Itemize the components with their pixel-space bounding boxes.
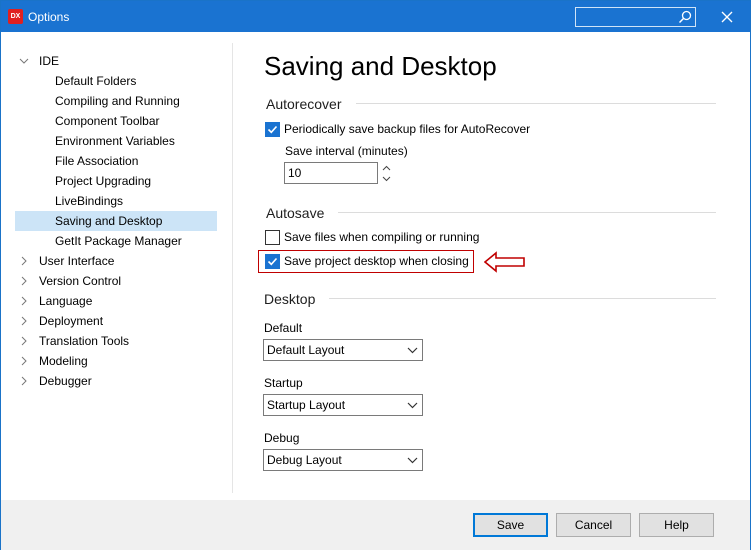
tree-item-label: Version Control	[39, 274, 122, 288]
panel-divider	[232, 43, 233, 493]
options-window: DX Options IDE Default Folders Compiling a…	[0, 0, 751, 550]
tree-item-label: Deployment	[39, 314, 104, 328]
tree-item[interactable]: Default Folders	[15, 71, 217, 91]
tree-item[interactable]: IDE	[15, 51, 217, 71]
title-search-input[interactable]	[575, 7, 696, 27]
debug-layout-select[interactable]: Debug Layout	[263, 449, 423, 471]
desktop-group-title: Desktop	[264, 291, 316, 307]
tree-item[interactable]: GetIt Package Manager	[15, 231, 217, 251]
tree-item-label: Environment Variables	[55, 134, 175, 148]
search-icon[interactable]	[678, 10, 692, 24]
tree-item[interactable]: Environment Variables	[15, 131, 217, 151]
periodic-backup-label[interactable]: Periodically save backup files for AutoR…	[284, 122, 530, 136]
tree-item-label: GetIt Package Manager	[55, 234, 182, 248]
save-interval-label: Save interval (minutes)	[285, 144, 408, 158]
tree-item-label: Default Folders	[55, 74, 137, 88]
checkmark-icon	[267, 125, 278, 134]
save-interval-spinner[interactable]	[379, 162, 394, 184]
tree-item[interactable]: Debugger	[15, 371, 217, 391]
default-layout-select[interactable]: Default Layout	[263, 339, 423, 361]
chevron-down-icon[interactable]	[19, 56, 29, 66]
autosave-group-title: Autosave	[266, 205, 325, 221]
save-desktop-label[interactable]: Save project desktop when closing	[284, 254, 469, 268]
tree-item-label: IDE	[39, 54, 60, 68]
spin-down-button[interactable]	[379, 173, 394, 184]
tree-item-label: Project Upgrading	[55, 174, 152, 188]
tree-item[interactable]: Component Toolbar	[15, 111, 217, 131]
tree-item[interactable]: Project Upgrading	[15, 171, 217, 191]
startup-layout-select[interactable]: Startup Layout	[263, 394, 423, 416]
close-icon	[721, 11, 733, 23]
save-desktop-checkbox[interactable]	[265, 254, 280, 269]
autorecover-divider	[356, 103, 716, 104]
tree-item[interactable]: User Interface	[15, 251, 217, 271]
debug-layout-value: Debug Layout	[267, 453, 342, 467]
chevron-right-icon[interactable]	[19, 316, 29, 326]
save-interval-input[interactable]: 10	[284, 162, 378, 184]
chevron-right-icon[interactable]	[19, 376, 29, 386]
tree-item[interactable]: Compiling and Running	[15, 91, 217, 111]
tree-item-label: User Interface	[39, 254, 115, 268]
chevron-right-icon[interactable]	[19, 356, 29, 366]
app-logo-icon: DX	[8, 9, 23, 24]
periodic-backup-checkbox[interactable]	[265, 122, 280, 137]
tree-item-label: Language	[39, 294, 93, 308]
options-tree[interactable]: IDE Default Folders Compiling and Running C…	[15, 51, 218, 397]
close-button[interactable]	[714, 6, 740, 28]
startup-layout-label: Startup	[264, 376, 303, 390]
title-bar: DX Options	[1, 1, 750, 32]
save-button[interactable]: Save	[473, 513, 548, 537]
tree-item-label: Compiling and Running	[55, 94, 180, 108]
window-title: Options	[28, 10, 70, 24]
tree-item[interactable]: Modeling	[15, 351, 217, 371]
cancel-button[interactable]: Cancel	[556, 513, 631, 537]
tree-item[interactable]: File Association	[15, 151, 217, 171]
chevron-down-icon	[407, 457, 418, 464]
chevron-right-icon[interactable]	[19, 276, 29, 286]
tree-item-label: LiveBindings	[55, 194, 124, 208]
left-arrow-icon	[484, 251, 525, 273]
chevron-down-icon	[407, 402, 418, 409]
desktop-divider	[329, 298, 716, 299]
tree-item-label: Modeling	[39, 354, 88, 368]
default-layout-label: Default	[264, 321, 303, 335]
checkmark-icon	[267, 257, 278, 266]
autosave-divider	[338, 212, 716, 213]
chevron-right-icon[interactable]	[19, 296, 29, 306]
debug-layout-label: Debug	[264, 431, 300, 445]
save-files-checkbox[interactable]	[265, 230, 280, 245]
chevron-down-icon	[382, 176, 391, 182]
tree-item-label: Saving and Desktop	[55, 214, 163, 228]
tree-item[interactable]: Translation Tools	[15, 331, 217, 351]
dialog-button-bar: Save Cancel Help	[1, 500, 750, 550]
save-files-label[interactable]: Save files when compiling or running	[284, 230, 479, 244]
default-layout-value: Default Layout	[267, 343, 345, 357]
chevron-right-icon[interactable]	[19, 256, 29, 266]
startup-layout-value: Startup Layout	[267, 398, 346, 412]
tree-item-label: Component Toolbar	[55, 114, 160, 128]
help-button[interactable]: Help	[639, 513, 714, 537]
tree-item[interactable]: Saving and Desktop	[15, 211, 217, 231]
tree-item-label: Debugger	[39, 374, 92, 388]
chevron-down-icon	[407, 347, 418, 354]
chevron-up-icon	[382, 165, 391, 171]
tree-item[interactable]: Version Control	[15, 271, 217, 291]
tree-item[interactable]: LiveBindings	[15, 191, 217, 211]
tree-item[interactable]: Language	[15, 291, 217, 311]
tree-item-label: Translation Tools	[39, 334, 130, 348]
chevron-right-icon[interactable]	[19, 336, 29, 346]
page-title: Saving and Desktop	[264, 51, 497, 81]
tree-item[interactable]: Deployment	[15, 311, 217, 331]
autorecover-group-title: Autorecover	[266, 96, 342, 112]
tree-item-label: File Association	[55, 154, 139, 168]
spin-up-button[interactable]	[379, 162, 394, 173]
